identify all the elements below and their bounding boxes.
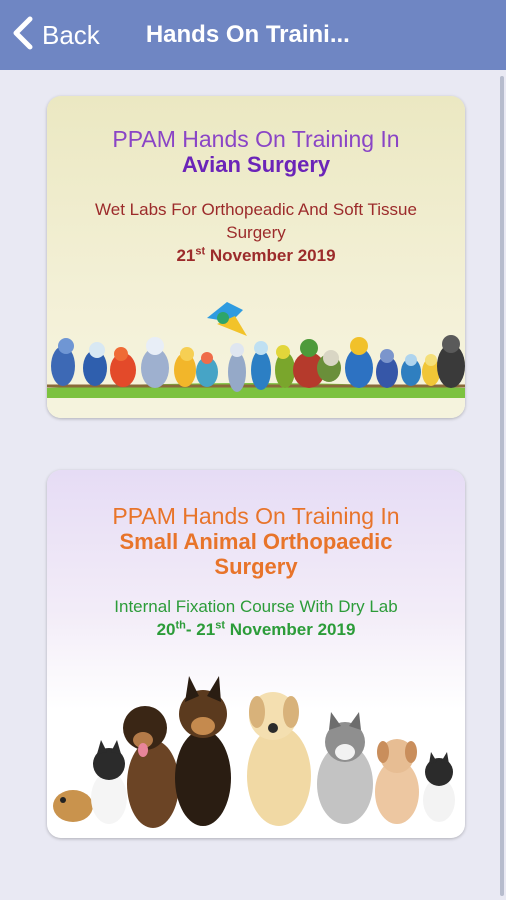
back-label: Back (42, 19, 100, 50)
training-card-small-animal[interactable]: PPAM Hands On Training In Small Animal O… (47, 470, 465, 838)
chevron-left-icon (10, 15, 36, 56)
app-header: Back Hands On Traini... (0, 0, 506, 70)
card-subtitle-cont: Surgery (226, 223, 286, 242)
card-date: 20th- 21st November 2019 (156, 619, 356, 639)
card-line2: Small Animal Orthopaedic (119, 529, 393, 554)
card-subtitle: Internal Fixation Course With Dry Lab (114, 597, 398, 616)
pets-illustration (53, 676, 455, 828)
birds-illustration (47, 302, 465, 418)
card-line3: Surgery (214, 554, 298, 579)
training-card-avian[interactable]: PPAM Hands On Training In Avian Surgery … (47, 96, 465, 418)
card-line2: Avian Surgery (181, 152, 331, 177)
page-title: Hands On Traini... (145, 21, 350, 48)
card-line1: PPAM Hands On Training In (112, 126, 400, 152)
card-date: 21st November 2019 (176, 245, 336, 265)
card-subtitle: Wet Labs For Orthopeadic And Soft Tissue (95, 200, 417, 219)
card-line1: PPAM Hands On Training In (112, 503, 400, 529)
scrollbar[interactable] (500, 76, 504, 896)
back-button[interactable]: Back (10, 15, 100, 56)
